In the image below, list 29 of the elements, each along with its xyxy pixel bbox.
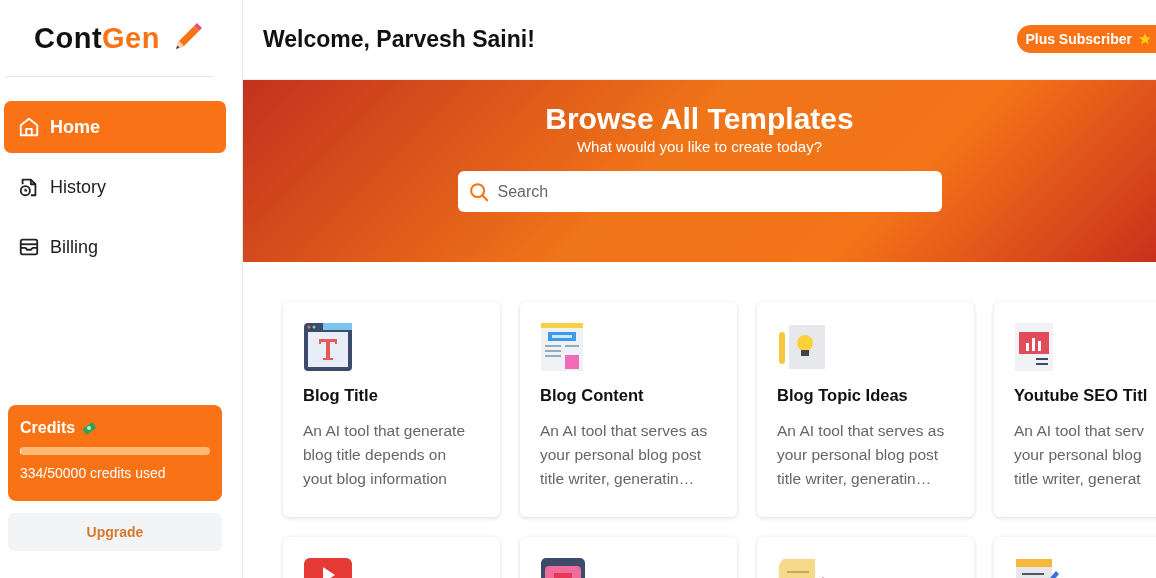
search-field[interactable]: Search [457, 171, 942, 212]
lightbulb-page-icon [777, 322, 827, 372]
welcome-heading: Welcome, Parvesh Saini! [263, 26, 535, 53]
template-title: Youtube SEO Titl [1014, 386, 1148, 405]
banner-title: Browse All Templates [545, 102, 854, 136]
home-icon [18, 116, 40, 138]
logo-text: ContGen [34, 21, 160, 55]
browser-text-icon [303, 322, 353, 372]
banner-subtitle: What would you like to create today? [576, 138, 823, 155]
template-title: Blog Topic Ideas [777, 386, 908, 405]
credits-used-text: 334/50000 credits used [20, 465, 167, 481]
template-card[interactable]: Blog Topic Ideas An AI tool that serves as your personal blog post title writer, generatin… [757, 302, 974, 517]
template-description: An AI tool that serv your personal blog title writer, generat [1014, 421, 1145, 489]
template-description: An AI tool that generate blog title depends on yout blog information [303, 421, 465, 489]
template-description: An AI tool that serves as your personal blog post title writer, generatin… [540, 421, 708, 489]
template-title: Blog Title [303, 386, 378, 405]
credits-title: Credits [20, 419, 76, 437]
template-title: Blog Content [540, 386, 644, 405]
template-card[interactable]: Blog Title An AI tool that generate blog title depends on yout blog information [283, 302, 500, 517]
star-icon [1138, 31, 1152, 46]
template-card[interactable]: Youtube SEO Titl An AI tool that serv your personal blog title writer, generat [994, 302, 1156, 517]
subscriber-badge: Plus Subscriber [1017, 24, 1156, 53]
template-card[interactable]: Blog Content An AI tool that serves as your personal blog post title writer, generatin… [520, 302, 737, 517]
nav-item[interactable]: Billing [4, 221, 226, 273]
template-description: An AI tool that serves as your personal blog post title writer, generatin… [777, 421, 945, 489]
wallet-icon [18, 236, 40, 258]
blog-page-icon [540, 322, 584, 372]
chart-report-icon [1014, 322, 1054, 372]
nav-item[interactable]: History [4, 161, 226, 213]
